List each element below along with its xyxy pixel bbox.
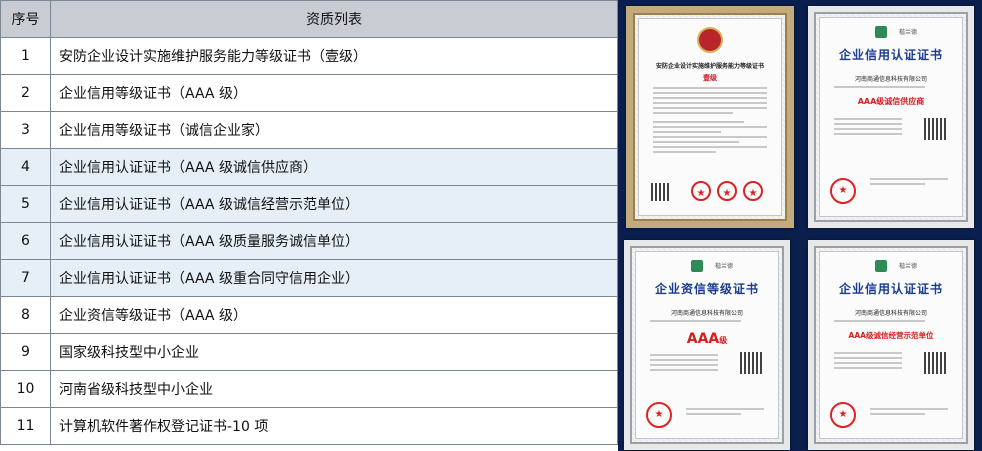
certificate-title: 企业资信等级证书: [654, 282, 759, 296]
qr-code-icon: [924, 118, 946, 140]
certificate-credit-rating-image: 楷兰德 企业资信等级证书 河南商通信息科技有限公司 AAA级: [624, 240, 790, 450]
table-row: 6 企业信用认证证书（AAA 级质量服务诚信单位）: [0, 222, 618, 260]
certificate-detail-lines: [650, 354, 718, 374]
brand-logo-icon: [875, 260, 887, 272]
table-row: 4 企业信用认证证书（AAA 级诚信供应商）: [0, 148, 618, 186]
brand-name: 楷兰德: [715, 263, 734, 270]
table-row: 11 计算机软件著作权登记证书-10 项: [0, 407, 618, 445]
seal-icon: [830, 402, 856, 428]
certificate-level-suffix: 级: [719, 336, 728, 345]
certificate-level-main: AAA: [686, 331, 720, 347]
qr-code-icon: [924, 352, 946, 374]
row-index: 2: [0, 74, 51, 112]
certificate-footer-lines: [870, 408, 948, 418]
row-title: 国家级科技型中小企业: [50, 333, 618, 371]
row-title: 企业信用认证证书（AAA 级诚信供应商）: [50, 148, 618, 186]
brand-name: 楷兰德: [899, 263, 918, 270]
certificate-title: 企业信用认证证书: [838, 48, 943, 62]
row-index: 1: [0, 37, 51, 75]
brand-logo-icon: [691, 260, 703, 272]
certificate-level: AAA级诚信供应商: [857, 97, 925, 106]
table-row: 3 企业信用等级证书（诚信企业家）: [0, 111, 618, 149]
table-row: 10 河南省级科技型中小企业: [0, 370, 618, 408]
table-row: 8 企业资信等级证书（AAA 级）: [0, 296, 618, 334]
certificate-level: 壹级: [703, 74, 717, 82]
header-title: 资质列表: [50, 0, 618, 38]
row-index: 11: [0, 407, 51, 445]
certificate-footer-lines: [870, 178, 948, 188]
certificate-text-lines: [650, 320, 764, 325]
certificate-text-lines: [834, 320, 948, 325]
row-title: 企业信用等级证书（诚信企业家）: [50, 111, 618, 149]
seal-icon: [646, 402, 672, 428]
certificate-credit-model-image: 楷兰德 企业信用认证证书 河南商通信息科技有限公司 AAA级诚信经营示范单位: [808, 240, 974, 450]
qr-code-icon: [740, 352, 762, 374]
certificate-security-image: 安防企业设计实施维护服务能力等级证书 壹级: [626, 6, 794, 228]
row-title: 计算机软件著作权登记证书-10 项: [50, 407, 618, 445]
certificate-title: 安防企业设计实施维护服务能力等级证书: [655, 63, 764, 70]
row-index: 6: [0, 222, 51, 260]
table-row: 2 企业信用等级证书（AAA 级）: [0, 74, 618, 112]
qr-code-icon: [651, 183, 669, 201]
certificate-level: AAA级诚信经营示范单位: [848, 331, 934, 340]
table-row: 5 企业信用认证证书（AAA 级诚信经营示范单位）: [0, 185, 618, 223]
row-title: 安防企业设计实施维护服务能力等级证书（壹级）: [50, 37, 618, 75]
qualification-table: 序号 资质列表 1 安防企业设计实施维护服务能力等级证书（壹级） 2 企业信用等级证书…: [0, 0, 618, 445]
row-index: 10: [0, 370, 51, 408]
certificate-title: 企业信用认证证书: [838, 282, 943, 296]
row-index: 5: [0, 185, 51, 223]
certificate-detail-lines: [834, 352, 902, 372]
emblem-icon: [697, 27, 723, 53]
certificate-credit-supplier-image: 楷兰德 企业信用认证证书 河南商通信息科技有限公司 AAA级诚信供应商: [808, 6, 974, 228]
brand-name: 楷兰德: [899, 29, 918, 36]
seal-icon: [830, 178, 856, 204]
table-row: 9 国家级科技型中小企业: [0, 333, 618, 371]
certificate-company: 河南商通信息科技有限公司: [670, 310, 743, 317]
row-index: 7: [0, 259, 51, 297]
row-index: 3: [0, 111, 51, 149]
table-row: 1 安防企业设计实施维护服务能力等级证书（壹级）: [0, 37, 618, 75]
certificate-company: 河南商通信息科技有限公司: [854, 76, 927, 83]
row-title: 企业信用认证证书（AAA 级诚信经营示范单位）: [50, 185, 618, 223]
certificate-detail-lines: [834, 118, 902, 138]
row-index: 8: [0, 296, 51, 334]
header-index: 序号: [0, 0, 51, 38]
certificate-footer-lines: [686, 408, 764, 418]
row-index: 4: [0, 148, 51, 186]
certificate-company: 河南商通信息科技有限公司: [854, 310, 927, 317]
table-body: 1 安防企业设计实施维护服务能力等级证书（壹级） 2 企业信用等级证书（AAA 级） 3…: [0, 37, 618, 445]
row-title: 企业信用认证证书（AAA 级重合同守信用企业）: [50, 259, 618, 297]
row-title: 河南省级科技型中小企业: [50, 370, 618, 408]
row-title: 企业信用认证证书（AAA 级质量服务诚信单位）: [50, 222, 618, 260]
row-title: 企业信用等级证书（AAA 级）: [50, 74, 618, 112]
table-header-row: 序号 资质列表: [0, 0, 618, 38]
seal-icon: [691, 181, 711, 201]
row-title: 企业资信等级证书（AAA 级）: [50, 296, 618, 334]
qualification-table-panel: 序号 资质列表 1 安防企业设计实施维护服务能力等级证书（壹级） 2 企业信用等级证书…: [0, 0, 618, 451]
brand-logo-icon: [875, 26, 887, 38]
certificate-level: AAA级: [636, 328, 778, 347]
table-row: 7 企业信用认证证书（AAA 级重合同守信用企业）: [0, 259, 618, 297]
certificate-text-lines: [653, 87, 767, 117]
seal-icon: [743, 181, 763, 201]
seal-icon: [717, 181, 737, 201]
certificate-text-lines: [834, 86, 948, 91]
certificate-detail-lines: [653, 121, 767, 156]
row-index: 9: [0, 333, 51, 371]
